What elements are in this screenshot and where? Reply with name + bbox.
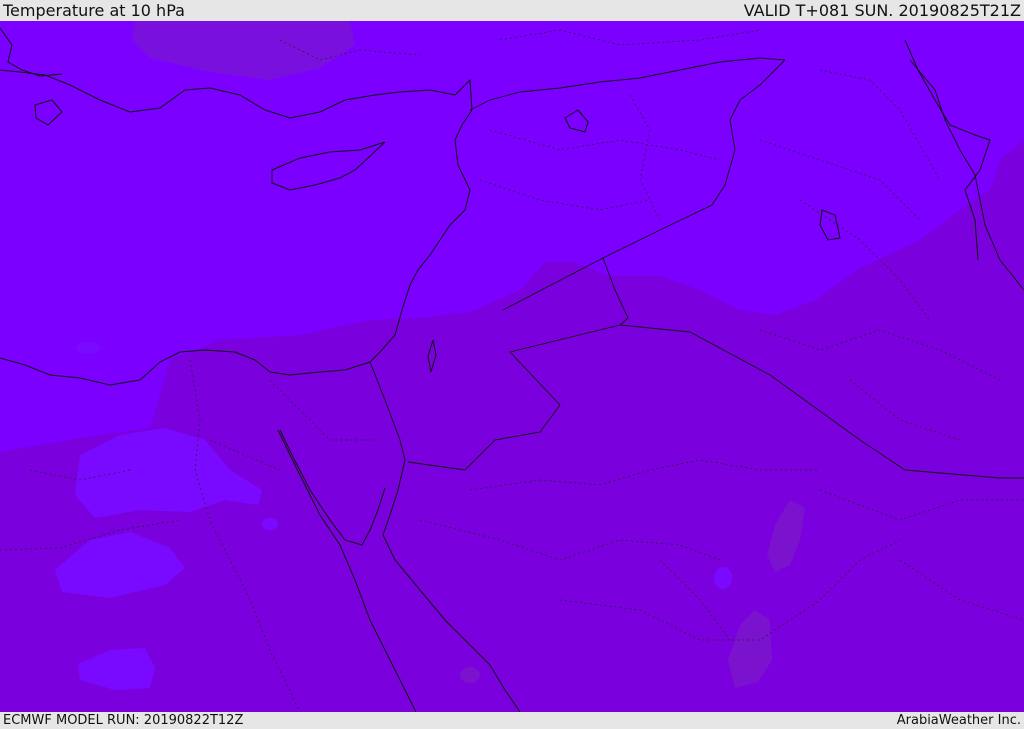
map-title: Temperature at 10 hPa — [3, 1, 185, 20]
cool-patch-tiny — [714, 567, 732, 589]
valid-time: VALID T+081 SUN. 20190825T21Z — [743, 1, 1021, 20]
model-run: ECMWF MODEL RUN: 20190822T12Z — [3, 713, 244, 728]
header-bar: Temperature at 10 hPa VALID T+081 SUN. 2… — [0, 0, 1024, 21]
warm-patch-red-sea — [460, 667, 480, 683]
cool-patch-sea — [76, 342, 100, 354]
temperature-map — [0, 21, 1024, 712]
credit: ArabiaWeather Inc. — [896, 713, 1021, 728]
cool-patch-small — [262, 518, 278, 530]
footer-bar: ECMWF MODEL RUN: 20190822T12Z ArabiaWeat… — [0, 712, 1024, 729]
